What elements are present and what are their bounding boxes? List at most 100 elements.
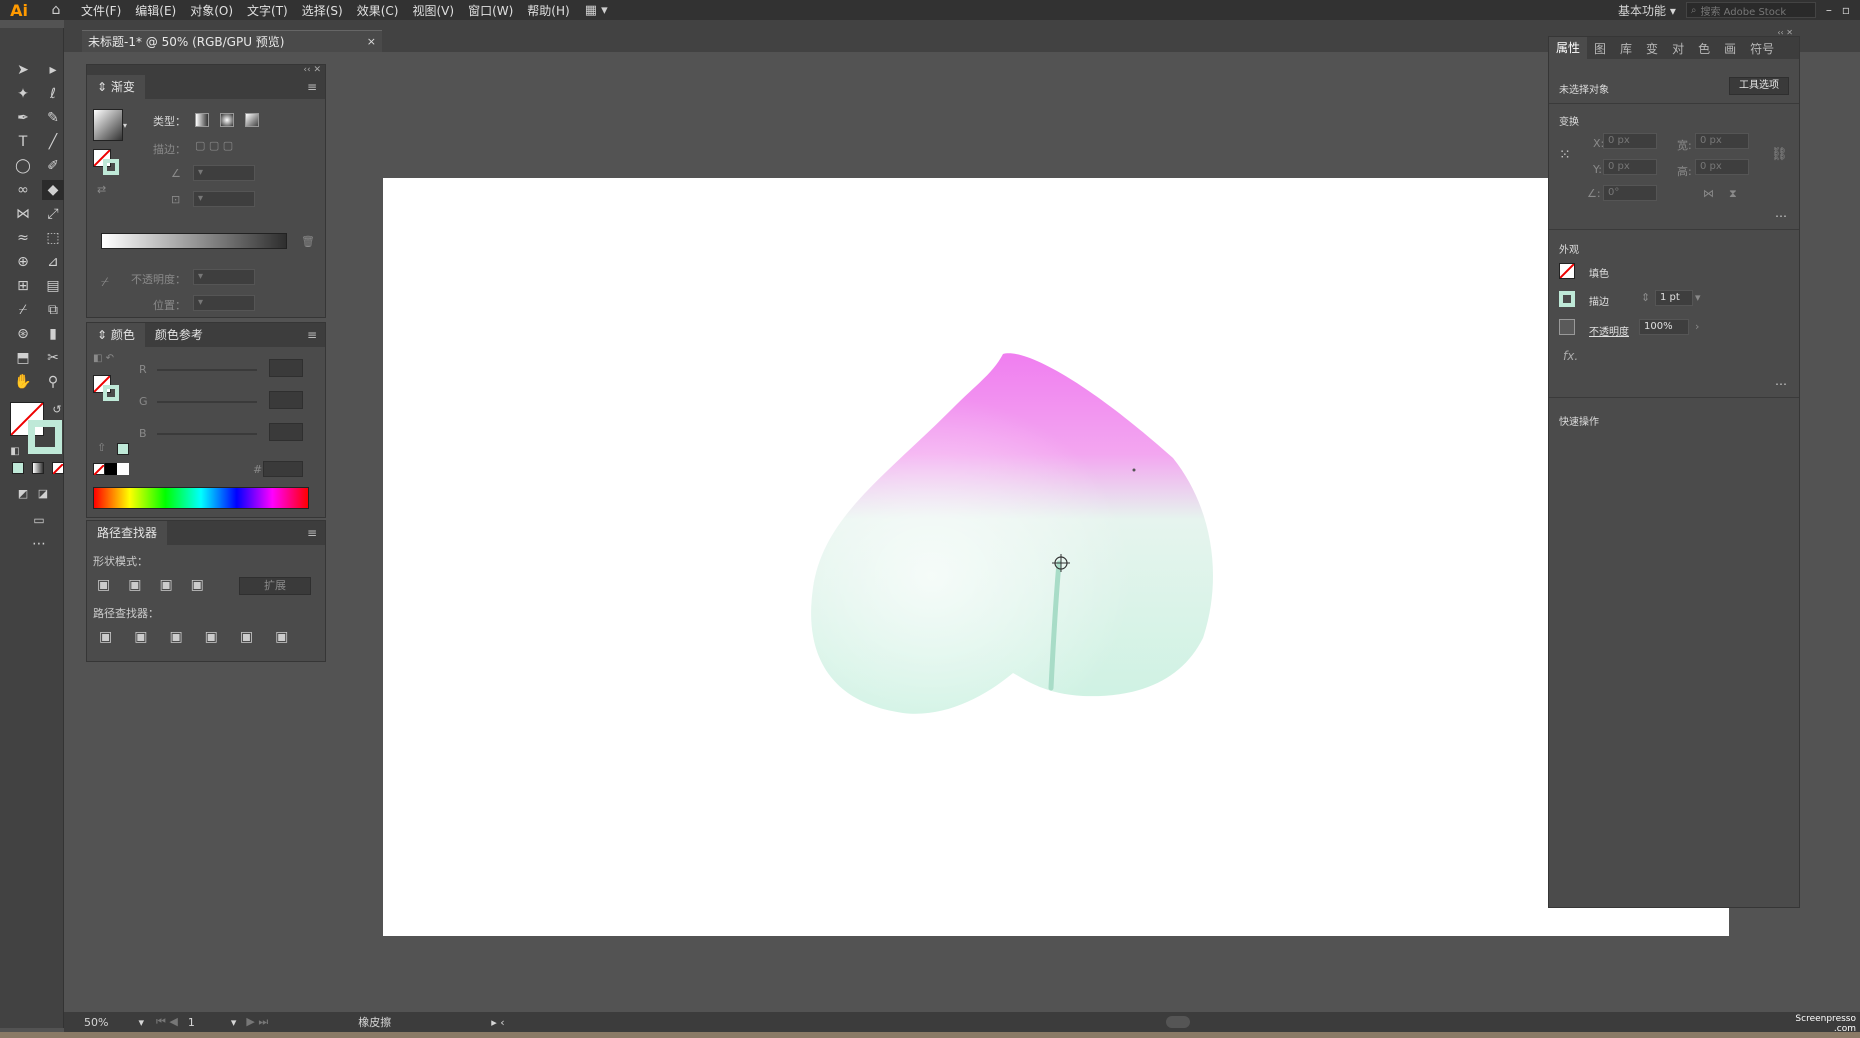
more-appearance-icon[interactable]: ⋯ (1775, 377, 1787, 391)
tab-symbols[interactable]: 符号 (1743, 40, 1781, 57)
workspace-switcher[interactable]: 基本功能 ▾ (1618, 2, 1676, 19)
color-tab[interactable]: ⇕ 颜色 (87, 323, 145, 347)
shape-builder-tool-icon[interactable]: ⊕ (12, 252, 34, 272)
menu-file[interactable]: 文件(F) (74, 2, 128, 19)
b-field[interactable] (269, 423, 303, 441)
stroke-stepper-icon[interactable]: ⇕ (1641, 291, 1650, 304)
mesh-tool-icon[interactable]: ⊞ (12, 276, 34, 296)
home-icon[interactable]: ⌂ (38, 2, 74, 18)
gradient-stroke-swatch[interactable] (103, 159, 119, 175)
opacity-label[interactable]: 不透明度 (1589, 323, 1629, 338)
flip-horizontal-icon[interactable]: ⋈ (1703, 187, 1714, 200)
gradient-dropdown-icon[interactable]: ▾ (123, 121, 127, 130)
constrain-proportions-icon[interactable]: ⛓ (1771, 147, 1788, 162)
artboard[interactable] (383, 178, 1729, 936)
aspect-ratio-field[interactable]: ▾ (193, 191, 255, 207)
shape-mode-buttons[interactable]: ▣▣▣▣ (97, 577, 222, 593)
zoom-dropdown-icon[interactable]: ▾ (138, 1016, 144, 1029)
props-collapse-icon[interactable]: ‹‹ ✕ (1549, 29, 1799, 37)
h-field[interactable]: 0 px (1695, 159, 1749, 175)
gradient-preview-swatch[interactable] (93, 109, 123, 141)
stroke-weight-field[interactable]: 1 pt (1655, 290, 1693, 306)
gradient-panel-tab[interactable]: ⇕ 渐变 (87, 75, 145, 99)
color-panel-menu-icon[interactable]: ≡ (307, 328, 317, 342)
none-swatch[interactable] (93, 463, 105, 476)
g-field[interactable] (269, 391, 303, 409)
pathfinder-menu-icon[interactable]: ≡ (307, 526, 317, 540)
gradient-mode-icon[interactable] (32, 462, 44, 474)
menu-type[interactable]: 文字(T) (240, 2, 295, 19)
radial-gradient-icon[interactable] (220, 113, 234, 127)
fill-label[interactable]: 填色 (1589, 265, 1609, 280)
peach-illustration[interactable] (383, 178, 1729, 936)
opacity-field[interactable]: ▾ (193, 269, 255, 285)
slice-tool-icon[interactable]: ✂ (42, 348, 64, 368)
color-stroke-swatch[interactable] (103, 385, 119, 401)
b-slider[interactable] (157, 433, 257, 435)
symbol-sprayer-tool-icon[interactable]: ⊛ (12, 324, 34, 344)
angle-field[interactable]: 0° (1603, 185, 1657, 201)
blend-tool-icon[interactable]: ⧉ (42, 300, 64, 320)
magic-wand-tool-icon[interactable]: ✦ (12, 84, 34, 104)
fill-swatch-icon[interactable] (1559, 263, 1575, 279)
eyedropper-icon[interactable]: ⌿ (101, 275, 109, 290)
tab-properties[interactable]: 属性 (1549, 37, 1588, 59)
perspective-grid-tool-icon[interactable]: ⊿ (42, 252, 64, 272)
stroke-gradient-options-icon[interactable]: ▢ ▢ ▢ (195, 139, 233, 152)
draw-mode-icon[interactable]: ◩ (12, 484, 34, 504)
artboard-dropdown-icon[interactable]: ▾ (231, 1016, 237, 1029)
eraser-tool-icon[interactable]: ◆ (42, 180, 64, 200)
gradient-tool-icon[interactable]: ▤ (42, 276, 64, 296)
more-tools-icon[interactable]: ⋯ (28, 534, 50, 554)
flip-vertical-icon[interactable]: ⧗ (1729, 187, 1737, 201)
menu-window[interactable]: 窗口(W) (461, 2, 520, 19)
tab-layers[interactable]: 图 (1587, 40, 1613, 57)
zoom-tool-icon[interactable]: ⚲ (42, 372, 64, 392)
hand-tool-icon[interactable]: ✋ (12, 372, 34, 392)
color-spectrum[interactable] (93, 487, 309, 509)
r-field[interactable] (269, 359, 303, 377)
color-guide-tab[interactable]: 颜色参考 (145, 323, 213, 347)
column-graph-tool-icon[interactable]: ▮ (42, 324, 64, 344)
y-field[interactable]: 0 px (1603, 159, 1657, 175)
more-transform-icon[interactable]: ⋯ (1775, 209, 1787, 223)
w-field[interactable]: 0 px (1695, 133, 1749, 149)
lasso-tool-icon[interactable]: ℓ (42, 84, 64, 104)
panel-collapse-icon[interactable]: ‹‹ ✕ (87, 65, 325, 75)
minimize-icon[interactable]: – (1826, 3, 1832, 17)
arrange-documents-icon[interactable]: ▦ ▾ (585, 3, 608, 18)
direct-selection-tool-icon[interactable]: ▸ (42, 60, 64, 80)
first-artboard-icon[interactable]: ⏮ ◀ (156, 1015, 178, 1029)
artboard-tool-icon[interactable]: ⬒ (12, 348, 34, 368)
pen-tool-icon[interactable]: ✒ (12, 108, 34, 128)
stroke-weight-dropdown-icon[interactable]: ▾ (1695, 291, 1701, 304)
selection-tool-icon[interactable]: ➤ (12, 60, 34, 80)
expand-button[interactable]: 扩展 (239, 577, 311, 595)
menu-view[interactable]: 视图(V) (405, 2, 461, 19)
reflect-tool-icon[interactable]: ⋈ (12, 204, 34, 224)
tab-swatches[interactable]: 色 (1691, 40, 1717, 57)
r-slider[interactable] (157, 369, 257, 371)
linear-gradient-icon[interactable] (195, 113, 209, 127)
type-tool-icon[interactable]: T (12, 132, 34, 152)
g-slider[interactable] (157, 401, 257, 403)
black-swatch[interactable] (105, 463, 117, 475)
shaper-tool-icon[interactable]: ∞ (12, 180, 34, 200)
white-swatch[interactable] (117, 463, 129, 475)
stroke-swatch-icon[interactable] (1559, 291, 1575, 307)
scale-tool-icon[interactable]: ⤢ (42, 204, 64, 224)
reference-point-icon[interactable]: ⁙ (1559, 147, 1571, 163)
curvature-tool-icon[interactable]: ✎ (42, 108, 64, 128)
delete-stop-icon[interactable]: 🗑 (301, 235, 315, 248)
eyedropper-tool-icon[interactable]: ⌿ (12, 300, 34, 320)
x-field[interactable]: 0 px (1603, 133, 1657, 149)
document-tab[interactable]: 未标题-1* @ 50% (RGB/GPU 预览) × (82, 30, 382, 52)
last-artboard-icon[interactable]: ▶ ⏭ (246, 1015, 268, 1029)
out-of-gamut-icon[interactable]: ⇧ (97, 441, 106, 454)
horizontal-scroll-thumb[interactable] (1166, 1016, 1190, 1028)
opacity-expand-icon[interactable]: › (1695, 320, 1699, 333)
fx-button[interactable]: fx. (1563, 349, 1578, 363)
maximize-icon[interactable]: ▫ (1842, 3, 1850, 17)
stroke-label[interactable]: 描边 (1589, 293, 1609, 308)
free-transform-tool-icon[interactable]: ⬚ (42, 228, 64, 248)
